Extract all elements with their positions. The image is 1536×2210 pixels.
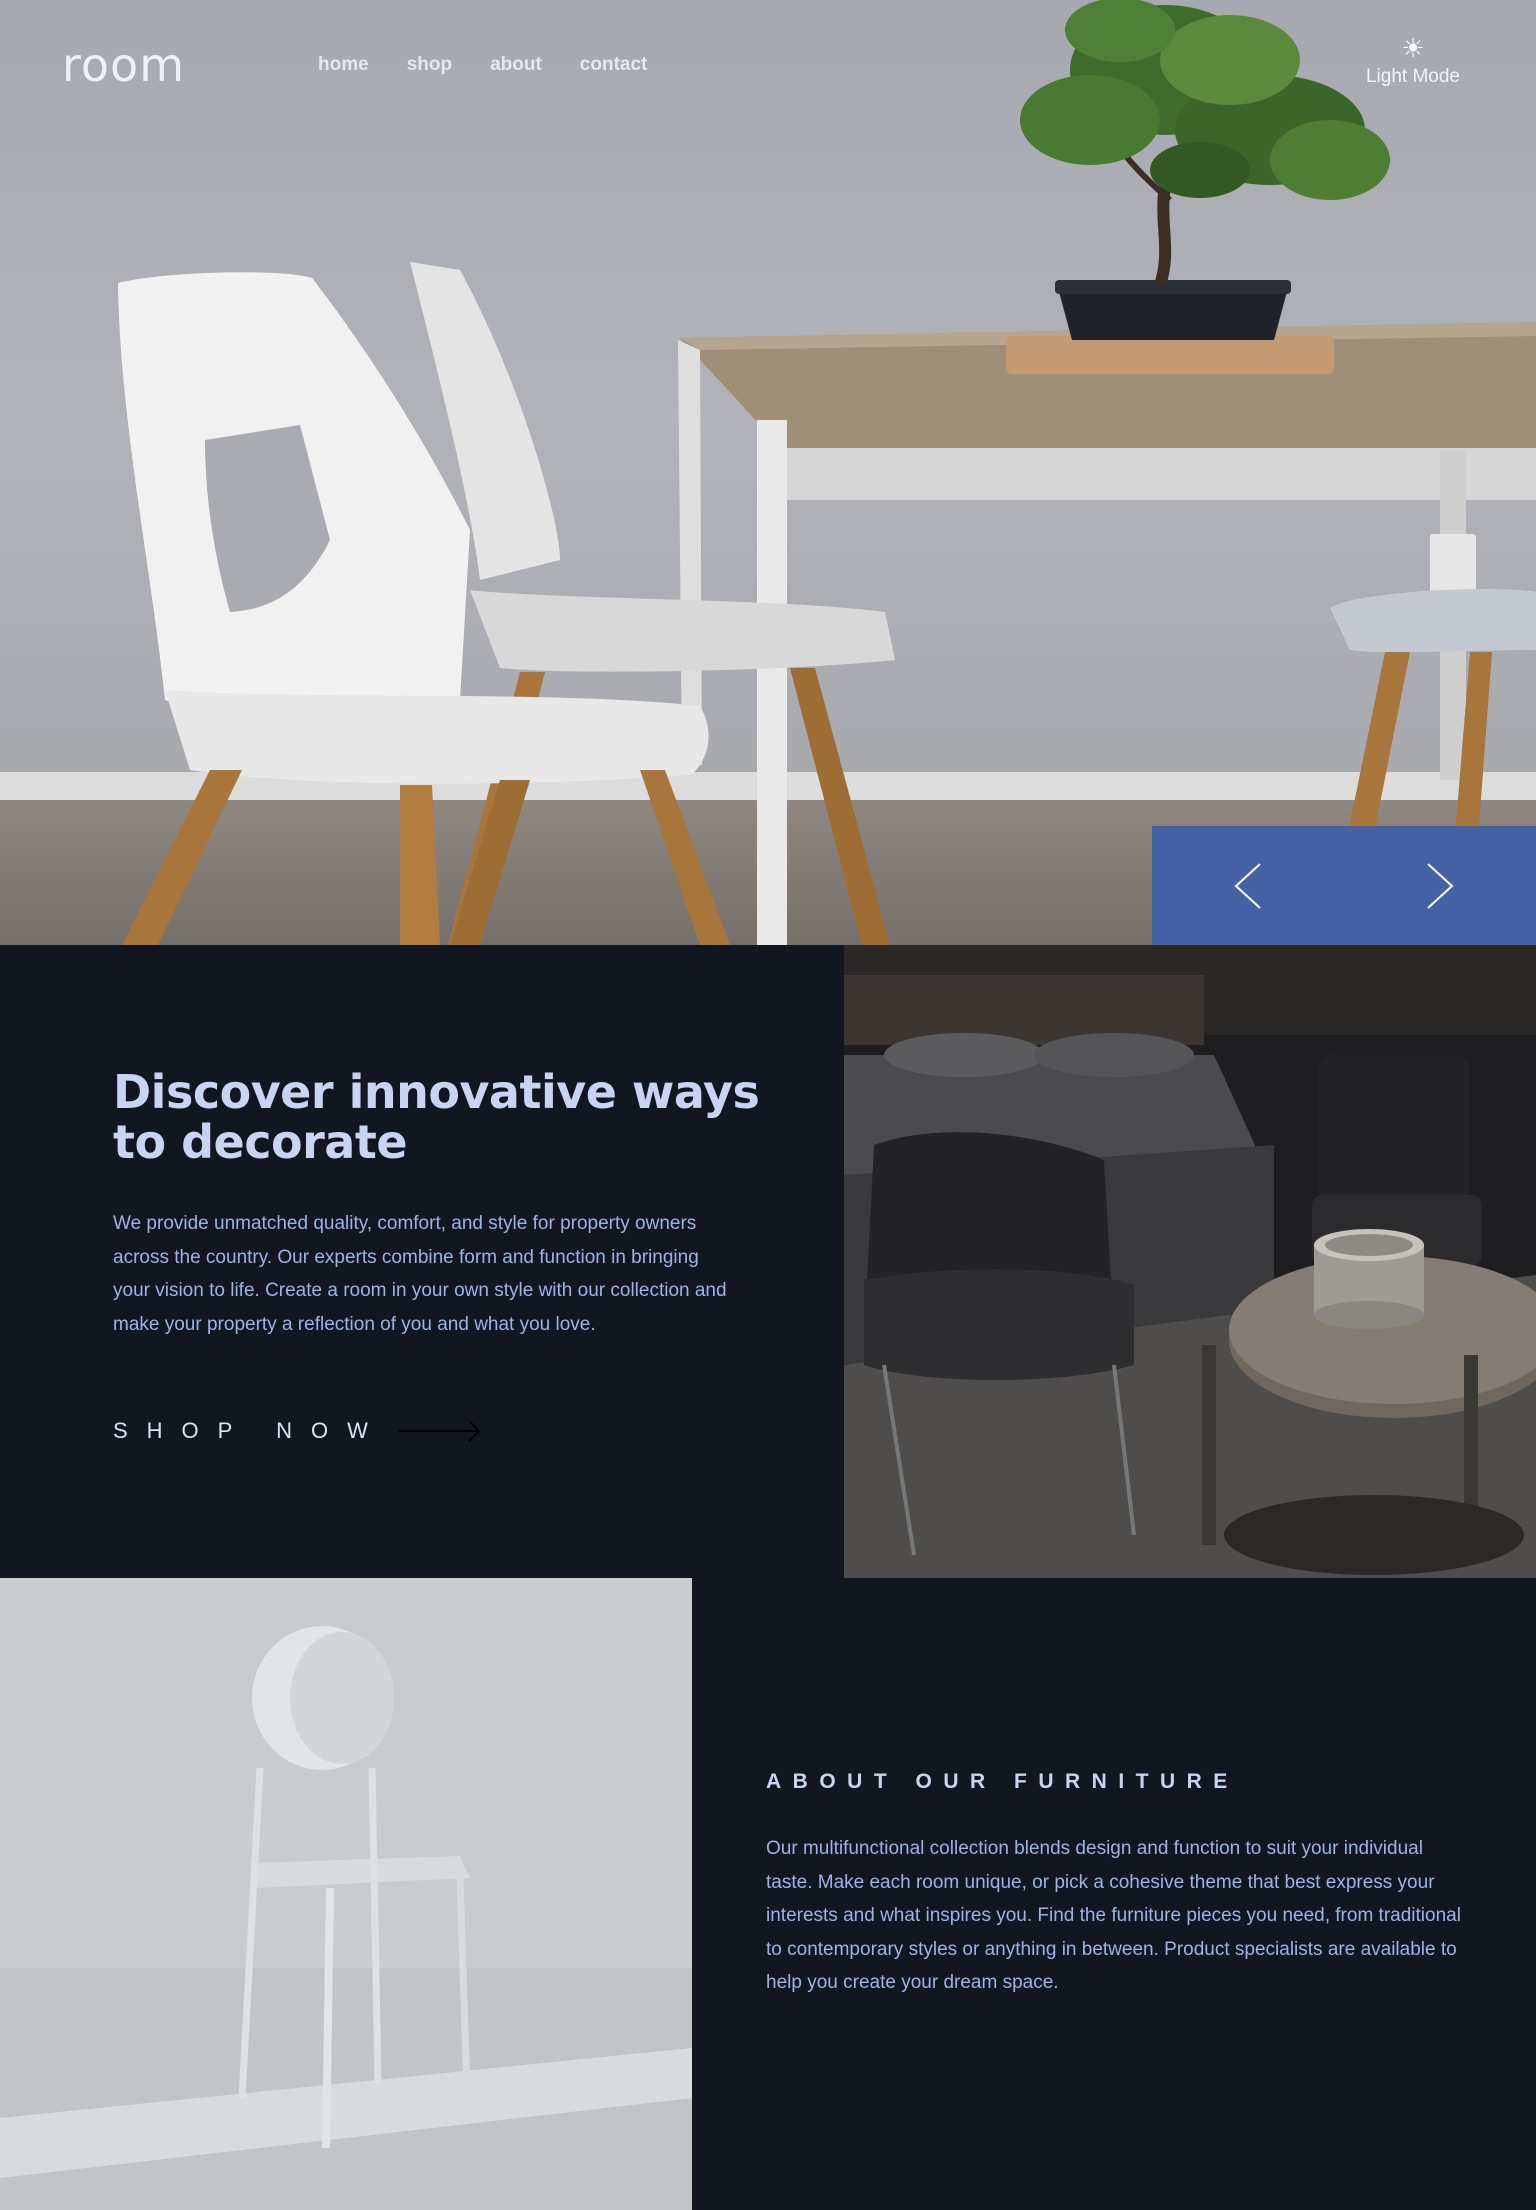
about-body: Our multifunctional collection blends de… — [766, 1838, 1461, 1993]
nav-link-home[interactable]: home — [318, 54, 369, 76]
discover-section: Discover innovative ways to decorate We … — [0, 945, 844, 1578]
theme-toggle-label: Light Mode — [1365, 66, 1460, 87]
about-title: ABOUT OUR FURNITURE — [766, 1770, 1239, 1793]
about-section: ABOUT OUR FURNITURE Our multifunctional … — [692, 1578, 1536, 2210]
shop-now-label: SHOP NOW — [113, 1418, 387, 1443]
discover-title: Discover innovative ways to decorate — [113, 1065, 760, 1169]
main-nav: home shop about contact — [318, 54, 685, 76]
discover-body: We provide unmatched quality, comfort, a… — [113, 1213, 727, 1335]
slider-prev-button[interactable] — [1152, 826, 1344, 945]
white-chair-image — [0, 1578, 692, 2210]
logo[interactable]: room — [62, 38, 185, 92]
nav-link-contact[interactable]: contact — [580, 54, 648, 76]
dark-furniture-image — [844, 945, 1536, 1578]
chevron-right-icon — [1427, 862, 1454, 909]
slider-next-button[interactable] — [1344, 826, 1536, 945]
theme-toggle[interactable]: ☀ Light Mode — [1358, 36, 1468, 88]
sun-icon: ☀ — [1401, 34, 1425, 64]
shop-now-link[interactable]: SHOP NOW — [113, 1418, 481, 1444]
hero-image — [118, 0, 1536, 945]
hero-section: room home shop about contact ☀ Light Mod… — [0, 0, 1536, 945]
slider-controls — [1152, 826, 1536, 945]
nav-link-shop[interactable]: shop — [407, 54, 452, 76]
nav-link-about[interactable]: about — [490, 54, 542, 76]
chevron-left-icon — [1234, 862, 1261, 909]
arrow-right-icon — [398, 1420, 481, 1442]
